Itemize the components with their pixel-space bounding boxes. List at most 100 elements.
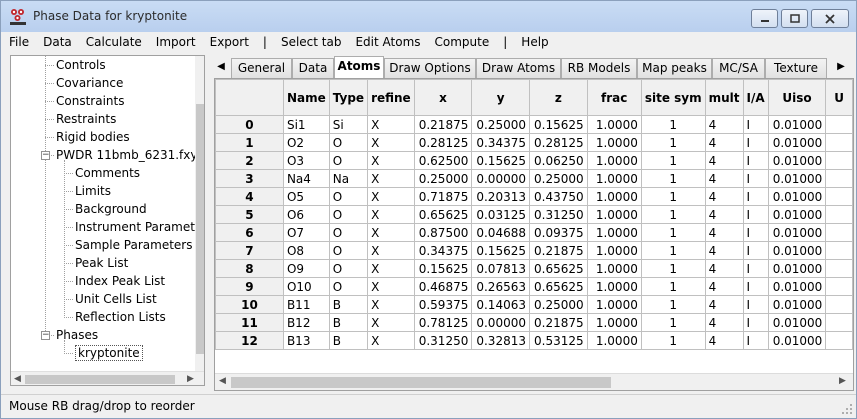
tree-collapse-icon[interactable]: −: [41, 151, 50, 160]
tab-general[interactable]: General: [231, 58, 292, 78]
table-cell[interactable]: 0.15625: [471, 241, 530, 260]
table-cell[interactable]: 1: [640, 187, 706, 206]
table-cell[interactable]: I: [742, 187, 769, 206]
table-cell[interactable]: O9: [282, 259, 330, 278]
tree-item[interactable]: Unit Cells List: [75, 290, 157, 308]
table-cell[interactable]: 4: [704, 223, 744, 242]
table-cell[interactable]: [825, 187, 853, 206]
close-button[interactable]: [811, 9, 849, 28]
tree-item[interactable]: Index Peak List: [75, 272, 165, 290]
table-cell[interactable]: I: [742, 223, 769, 242]
table-cell[interactable]: 0.00000: [471, 313, 530, 332]
col-header-mult[interactable]: mult: [704, 79, 744, 116]
table-cell[interactable]: I: [742, 205, 769, 224]
tab-scroll-right-icon[interactable]: ▶: [834, 59, 848, 75]
tab-atoms[interactable]: Atoms: [334, 56, 384, 78]
table-cell[interactable]: 4: [704, 205, 744, 224]
table-cell[interactable]: 0.65625: [528, 259, 588, 278]
table-cell[interactable]: X: [367, 331, 415, 350]
table-cell[interactable]: 1.0000: [586, 295, 642, 314]
table-cell[interactable]: 0.09375: [528, 223, 588, 242]
table-cell[interactable]: 1: [640, 259, 706, 278]
tree-item[interactable]: Covariance: [56, 74, 123, 92]
table-cell[interactable]: 0.34375: [471, 133, 530, 152]
row-label[interactable]: 11: [215, 313, 284, 332]
col-header-i-a[interactable]: I/A: [742, 79, 769, 116]
table-cell[interactable]: 0.01000: [767, 169, 827, 188]
tree-item[interactable]: Limits: [75, 182, 111, 200]
table-cell[interactable]: 4: [704, 169, 744, 188]
table-cell[interactable]: 0.71875: [413, 187, 473, 206]
grid-hscroll-thumb[interactable]: [231, 377, 611, 388]
table-cell[interactable]: 0.59375: [413, 295, 473, 314]
col-header-y[interactable]: y: [471, 79, 530, 116]
tree-item[interactable]: kryptonite: [75, 344, 143, 362]
table-cell[interactable]: 0.34375: [413, 241, 473, 260]
table-cell[interactable]: 0.25000: [471, 115, 530, 134]
table-cell[interactable]: B: [328, 313, 369, 332]
row-label[interactable]: 2: [215, 151, 284, 170]
tab-data[interactable]: Data: [292, 58, 334, 78]
title-bar[interactable]: Phase Data for kryptonite: [1, 1, 856, 32]
table-cell[interactable]: O: [328, 241, 369, 260]
table-cell[interactable]: 0.01000: [767, 205, 827, 224]
table-cell[interactable]: 4: [704, 313, 744, 332]
tree-vertical-scrollbar[interactable]: [195, 56, 204, 371]
table-cell[interactable]: 0.25000: [413, 169, 473, 188]
table-cell[interactable]: O8: [282, 241, 330, 260]
table-cell[interactable]: 0.31250: [528, 205, 588, 224]
table-cell[interactable]: X: [367, 241, 415, 260]
table-cell[interactable]: I: [742, 313, 769, 332]
table-cell[interactable]: 0.25000: [528, 295, 588, 314]
table-cell[interactable]: 0.15625: [413, 259, 473, 278]
table-cell[interactable]: O5: [282, 187, 330, 206]
menu-help[interactable]: Help: [521, 35, 548, 49]
table-cell[interactable]: 1: [640, 223, 706, 242]
grid-scroll-left-icon[interactable]: ◀: [219, 376, 226, 386]
table-cell[interactable]: 4: [704, 241, 744, 260]
menu-import[interactable]: Import: [156, 35, 196, 49]
table-cell[interactable]: 0.04688: [471, 223, 530, 242]
menu-edit-atoms[interactable]: Edit Atoms: [355, 35, 420, 49]
table-cell[interactable]: 0.25000: [528, 169, 588, 188]
tree-item[interactable]: Instrument Parameter: [75, 218, 204, 236]
menu-export[interactable]: Export: [210, 35, 249, 49]
table-cell[interactable]: 1.0000: [586, 223, 642, 242]
maximize-button[interactable]: [781, 9, 808, 28]
tab-draw-options[interactable]: Draw Options: [384, 58, 476, 78]
table-cell[interactable]: Si: [328, 115, 369, 134]
table-cell[interactable]: 0.21875: [528, 241, 588, 260]
row-label[interactable]: 6: [215, 223, 284, 242]
table-cell[interactable]: 0.65625: [528, 277, 588, 296]
tree-hscroll-thumb[interactable]: [25, 375, 175, 384]
col-header-site-sym[interactable]: site sym: [640, 79, 706, 116]
table-cell[interactable]: B: [328, 331, 369, 350]
table-cell[interactable]: 0.21875: [413, 115, 473, 134]
tree-item[interactable]: Rigid bodies: [56, 128, 130, 146]
table-cell[interactable]: O: [328, 223, 369, 242]
table-cell[interactable]: O3: [282, 151, 330, 170]
table-cell[interactable]: 0.31250: [413, 331, 473, 350]
row-label[interactable]: 3: [215, 169, 284, 188]
table-cell[interactable]: X: [367, 133, 415, 152]
table-cell[interactable]: 1.0000: [586, 313, 642, 332]
table-cell[interactable]: X: [367, 295, 415, 314]
table-cell[interactable]: 0.15625: [471, 151, 530, 170]
table-cell[interactable]: 0.01000: [767, 223, 827, 242]
table-cell[interactable]: O: [328, 133, 369, 152]
tab-texture[interactable]: Texture: [765, 58, 827, 78]
table-cell[interactable]: X: [367, 313, 415, 332]
table-cell[interactable]: 1: [640, 331, 706, 350]
table-cell[interactable]: I: [742, 151, 769, 170]
table-cell[interactable]: O7: [282, 223, 330, 242]
table-cell[interactable]: O6: [282, 205, 330, 224]
table-cell[interactable]: B13: [282, 331, 330, 350]
table-cell[interactable]: [825, 241, 853, 260]
resize-grip-icon[interactable]: [841, 403, 853, 415]
table-cell[interactable]: 0.26563: [471, 277, 530, 296]
table-cell[interactable]: X: [367, 277, 415, 296]
tree-item[interactable]: Controls: [56, 56, 106, 74]
row-label[interactable]: 7: [215, 241, 284, 260]
minimize-button[interactable]: [751, 9, 778, 28]
table-cell[interactable]: 0.87500: [413, 223, 473, 242]
